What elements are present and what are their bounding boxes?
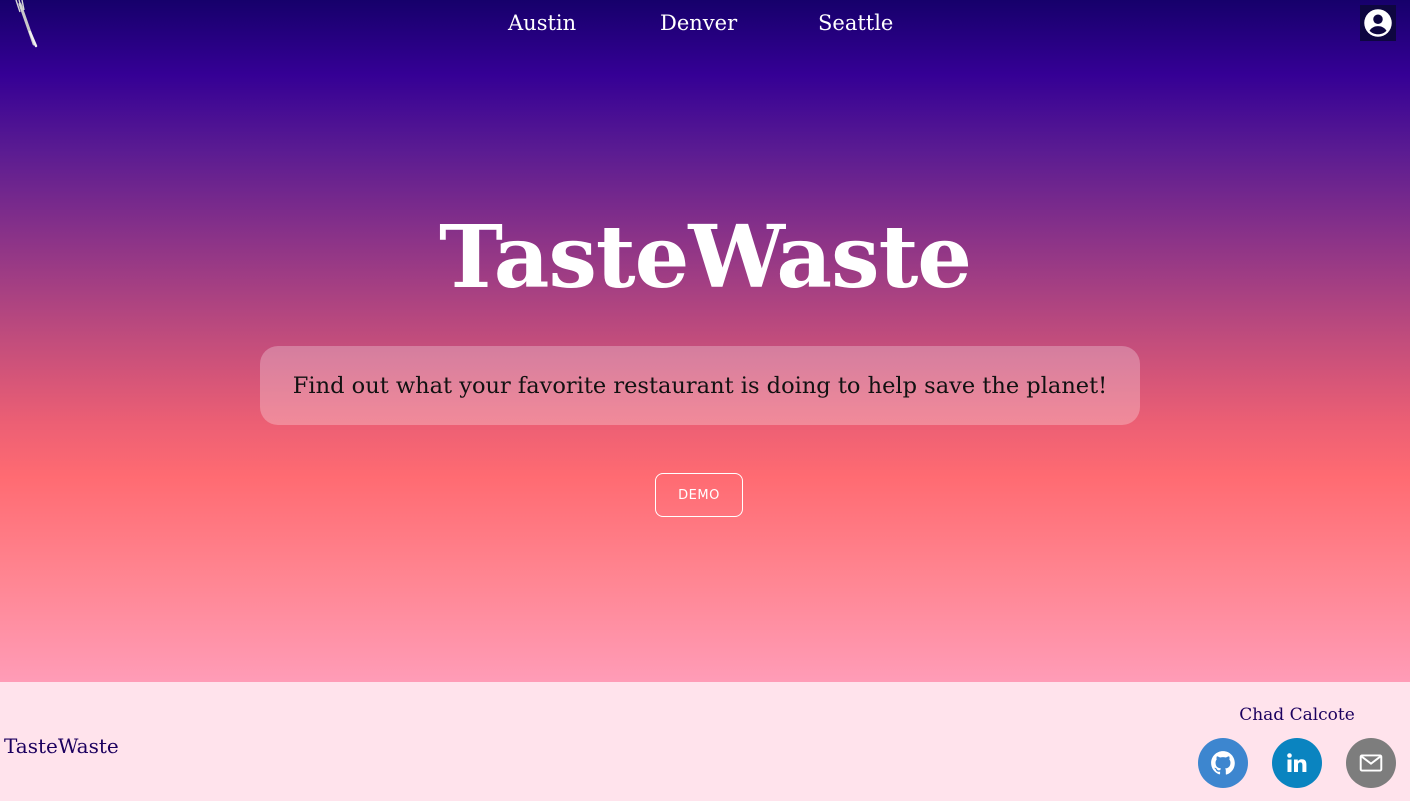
- linkedin-button[interactable]: [1272, 738, 1322, 788]
- author-name: Chad Calcote: [1239, 705, 1355, 725]
- nav-link-seattle[interactable]: Seattle: [818, 7, 893, 39]
- email-button[interactable]: [1346, 738, 1396, 788]
- footer: TasteWaste Chad Calcote: [0, 682, 1410, 801]
- page-title: TasteWaste: [438, 207, 972, 308]
- tagline-box: Find out what your favorite restaurant i…: [260, 346, 1140, 425]
- mail-icon: [1359, 754, 1383, 772]
- footer-brand: TasteWaste: [4, 734, 119, 758]
- account-button[interactable]: [1360, 5, 1396, 41]
- linkedin-icon: [1287, 753, 1307, 772]
- github-button[interactable]: [1198, 738, 1248, 788]
- city-nav: Austin Denver Seattle: [0, 7, 1410, 39]
- github-icon: [1211, 751, 1235, 775]
- account-circle-icon: [1364, 9, 1392, 37]
- nav-link-austin[interactable]: Austin: [508, 7, 576, 39]
- tagline-text: Find out what your favorite restaurant i…: [292, 372, 1108, 399]
- demo-button[interactable]: DEMO: [655, 473, 743, 517]
- nav-link-denver[interactable]: Denver: [660, 7, 737, 39]
- hero-section: Austin Denver Seattle TasteWaste Find ou…: [0, 0, 1410, 682]
